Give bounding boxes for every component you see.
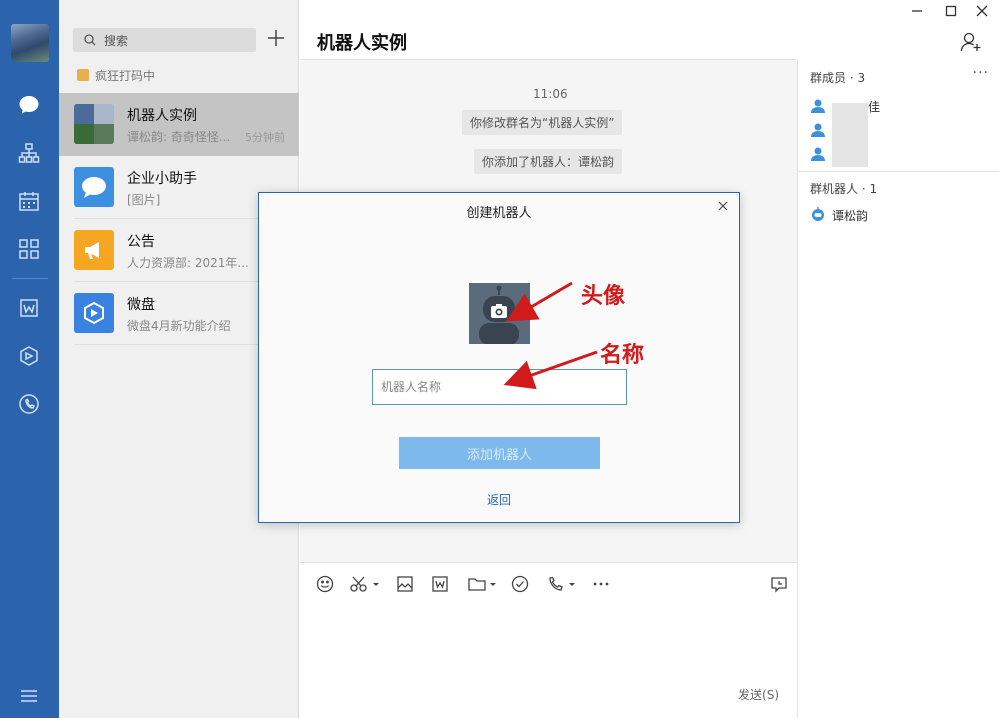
annotation-arrows [503,281,598,390]
annotation-avatar-label: 头像 [581,283,626,309]
annotation-name-label: 名称 [600,342,645,368]
